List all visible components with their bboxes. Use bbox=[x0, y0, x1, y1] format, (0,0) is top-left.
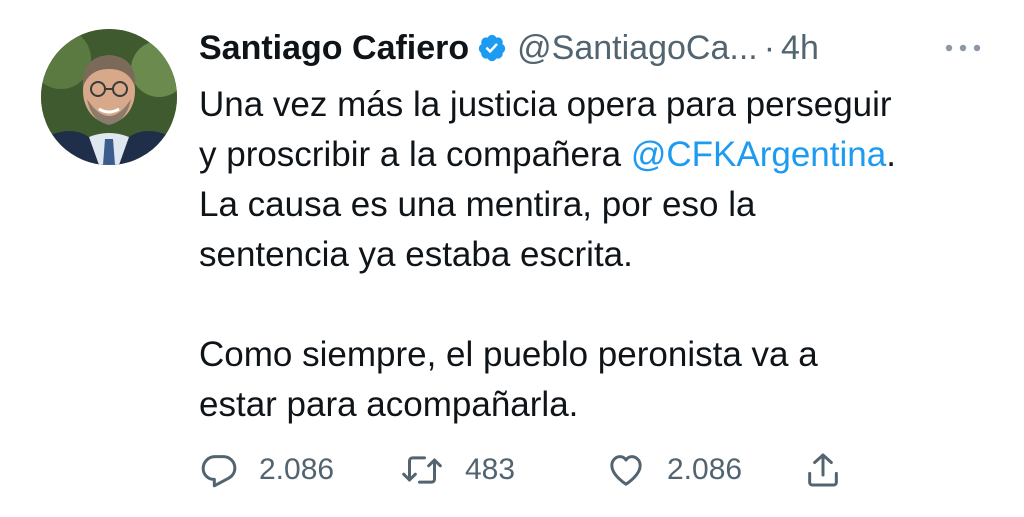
reply-count: 2.086 bbox=[259, 453, 335, 486]
like-button[interactable]: 2.086 bbox=[605, 448, 742, 492]
retweet-count: 483 bbox=[465, 453, 516, 486]
author-handle[interactable]: @SantiagoCa... bbox=[517, 29, 758, 68]
tweet-text-fragment: y proscribir a la compañera bbox=[199, 135, 631, 174]
tweet-text-line: sentencia ya estaba escrita. bbox=[199, 235, 633, 274]
heart-icon bbox=[605, 450, 647, 490]
tweet-text-line: Como siempre, el pueblo peronista va a bbox=[199, 335, 818, 374]
reply-icon bbox=[199, 450, 239, 490]
tweet-text-line: La causa es una mentira, por eso la bbox=[199, 185, 756, 224]
tweet-text-line: estar para acompañarla. bbox=[199, 385, 579, 424]
share-button[interactable] bbox=[803, 448, 843, 492]
author-name[interactable]: Santiago Cafiero bbox=[199, 29, 469, 68]
tweet-text-line: Una vez más la justicia opera para perse… bbox=[199, 85, 892, 124]
retweet-icon bbox=[399, 450, 445, 490]
tweet-text-line: y proscribir a la compañera @CFKArgentin… bbox=[199, 130, 999, 180]
tweet-timestamp[interactable]: 4h bbox=[781, 29, 819, 68]
separator-dot: · bbox=[763, 28, 776, 67]
tweet-actions: 2.086 483 2.086 bbox=[199, 448, 919, 492]
tweet-header: Santiago Cafiero @SantiagoCa... · 4h bbox=[199, 24, 999, 72]
tweet-text-fragment: . bbox=[886, 135, 896, 174]
mention-link[interactable]: @CFKArgentina bbox=[631, 135, 886, 174]
more-options-icon[interactable] bbox=[935, 30, 991, 66]
share-icon bbox=[803, 450, 843, 490]
retweet-button[interactable]: 483 bbox=[399, 448, 515, 492]
verified-badge-icon bbox=[477, 33, 507, 63]
reply-button[interactable]: 2.086 bbox=[199, 448, 334, 492]
tweet-text: Una vez más la justicia opera para perse… bbox=[199, 80, 999, 430]
like-count: 2.086 bbox=[667, 453, 743, 486]
avatar[interactable] bbox=[41, 29, 177, 165]
